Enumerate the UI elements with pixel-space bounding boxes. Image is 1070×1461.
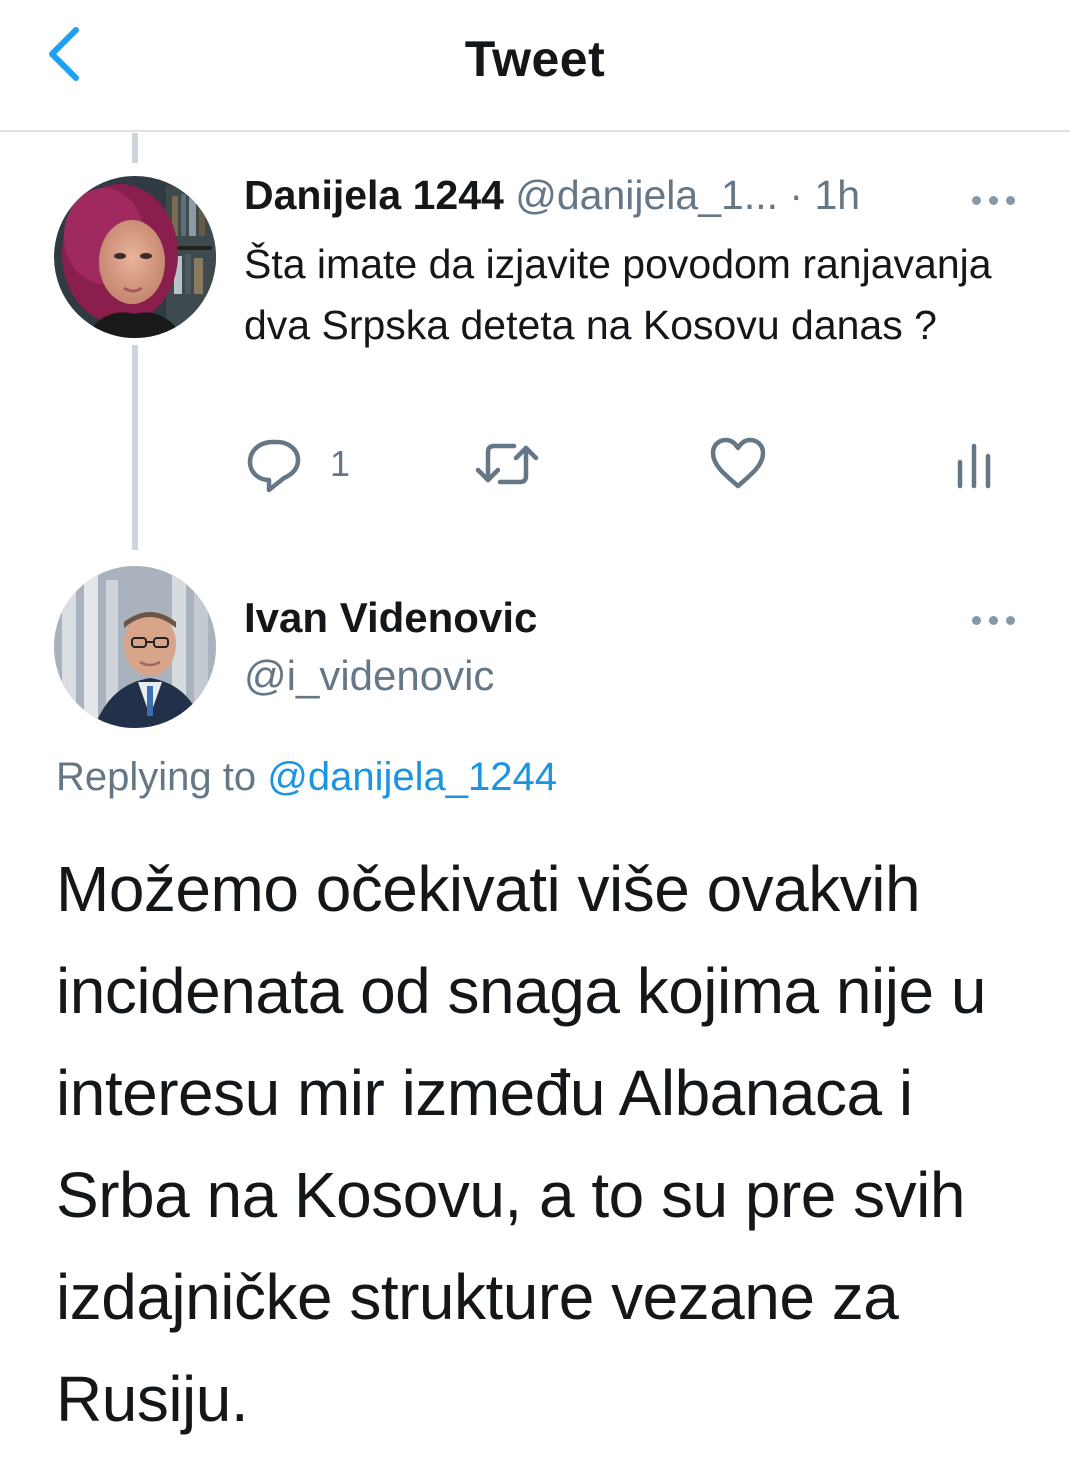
thread-connector-top [132,133,138,163]
analytics-button[interactable] [948,432,998,496]
author-handle[interactable]: @i_videnovic [244,652,494,700]
parent-tweet-header: Danijela 1244 @danijela_1... · 1h [244,172,860,219]
reply-icon [247,439,301,493]
replying-label: Replying to [56,755,257,799]
top-bar: Tweet [0,0,1070,132]
avatar-danijela[interactable] [54,176,216,338]
reply-button[interactable] [244,432,304,496]
tweet-time: · 1h [789,172,861,218]
analytics-icon [957,443,991,489]
reply-count: 1 [330,443,351,484]
author-name[interactable]: Danijela 1244 [244,172,504,218]
replying-mention-link[interactable]: @danijela_1244 [267,755,557,799]
main-tweet-text: Možemo očekivati više ovakvih incidenata… [56,853,986,1435]
heart-icon [710,437,766,489]
author-handle[interactable]: @danijela_1... [515,172,778,218]
thread-connector [132,345,138,550]
avatar-ivan[interactable] [54,566,216,728]
page-title: Tweet [464,31,606,87]
like-button[interactable] [708,432,768,496]
parent-tweet-text: Šta imate da izjavite povodom ranjavanja… [244,241,992,348]
more-dots-icon[interactable] [972,192,1022,208]
retweet-icon [475,443,539,485]
more-dots-icon[interactable] [972,612,1022,628]
replying-to: Replying to @danijela_1244 [56,755,557,800]
retweet-button[interactable] [474,432,540,496]
author-name[interactable]: Ivan Videnovic [244,594,537,642]
